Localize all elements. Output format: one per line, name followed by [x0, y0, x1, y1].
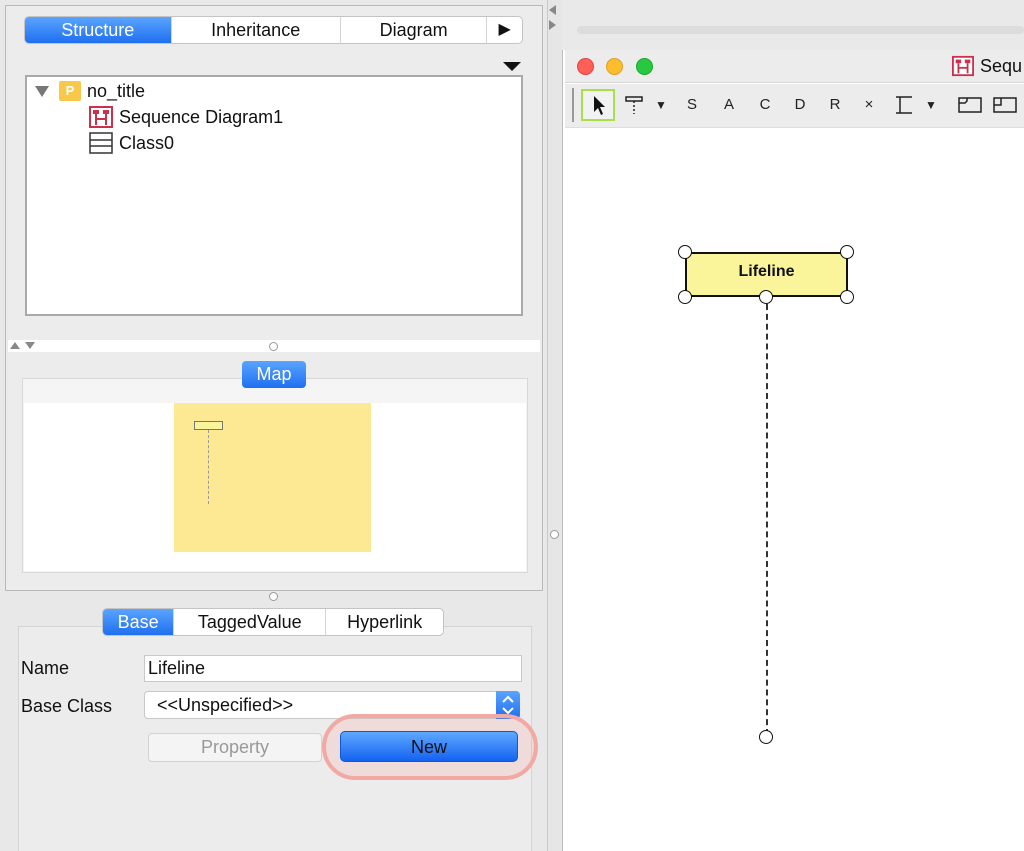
new-button[interactable]: New [340, 731, 518, 762]
cursor-arrow-icon [594, 96, 605, 115]
tab-taggedvalue[interactable]: TaggedValue [174, 609, 327, 635]
tab-base[interactable]: Base [103, 609, 175, 635]
tab-inheritance[interactable]: Inheritance [172, 17, 341, 43]
package-icon: P [59, 81, 81, 101]
lost-message-tool-icon: × [864, 96, 874, 113]
async-message-tool-icon: A [723, 96, 734, 113]
tree-item-label: no_title [87, 80, 146, 101]
tab-scroll-right-button[interactable]: ▶ [487, 17, 522, 43]
create-message-tool-button[interactable]: C [752, 92, 778, 118]
resize-handle[interactable] [840, 290, 854, 304]
tab-structure[interactable]: Structure [25, 17, 172, 43]
lifeline-tool-icon [625, 96, 643, 114]
combined-fragment-icon [958, 97, 982, 113]
create-message-tool-icon: C [759, 96, 771, 113]
structure-tree: P no_title Sequence Diagram1 Class0 [25, 75, 523, 316]
async-message-tool-button[interactable]: A [716, 92, 742, 118]
resize-handle[interactable] [759, 290, 773, 304]
expand-triangle-icon[interactable] [35, 85, 49, 97]
name-label: Name [21, 658, 70, 678]
lifeline-dashed-line[interactable] [766, 304, 768, 735]
destroy-message-tool-icon: D [794, 96, 806, 113]
lifeline-tool-dropdown-icon[interactable]: ▼ [648, 92, 674, 118]
lost-message-tool-button[interactable]: × [856, 92, 882, 118]
tree-menu-arrow-icon[interactable] [503, 62, 521, 71]
splitter-grip-icon[interactable] [269, 342, 278, 351]
tree-item-class[interactable]: Class0 [89, 131, 174, 155]
resize-handle[interactable] [678, 245, 692, 259]
close-window-button[interactable] [577, 58, 594, 75]
map-lifeline-thumbnail [194, 421, 223, 430]
zoom-window-button[interactable] [636, 58, 653, 75]
base-class-label: Base Class [21, 696, 113, 716]
collapse-down-icon[interactable] [25, 342, 35, 349]
interaction-use-icon [993, 97, 1017, 113]
zoom-slider[interactable] [577, 26, 1024, 34]
name-field[interactable]: Lifeline [144, 655, 522, 682]
tree-item-label: Sequence Diagram1 [119, 106, 284, 127]
lifeline-tool-button[interactable] [622, 92, 648, 118]
diagram-pane-header [562, 0, 1024, 50]
combined-fragment-tool-button[interactable] [957, 92, 983, 118]
pane-divider[interactable] [548, 0, 562, 851]
sync-message-tool-button[interactable]: S [679, 92, 705, 118]
lifeline-end-handle[interactable] [759, 730, 773, 744]
splitter-grip-icon[interactable] [269, 592, 278, 601]
toolbar-grip-icon [572, 88, 574, 122]
duration-tool-dropdown-icon[interactable]: ▼ [918, 92, 944, 118]
reply-message-tool-button[interactable]: R [822, 92, 848, 118]
tree-item-root[interactable]: P no_title [35, 79, 145, 103]
class-icon [89, 132, 113, 154]
reply-message-tool-icon: R [829, 96, 841, 113]
select-tool-button[interactable] [581, 89, 615, 121]
map-lifeline-thumbnail-line [208, 430, 209, 504]
destroy-message-tool-button[interactable]: D [787, 92, 813, 118]
interaction-use-tool-button[interactable] [992, 92, 1018, 118]
property-button[interactable]: Property [148, 733, 322, 762]
base-class-value: <<Unspecified>> [157, 695, 294, 715]
sync-message-tool-icon: S [686, 96, 697, 113]
minimize-window-button[interactable] [606, 58, 623, 75]
map-tab[interactable]: Map [242, 361, 306, 388]
resize-handle[interactable] [678, 290, 692, 304]
collapse-up-icon[interactable] [10, 342, 20, 349]
sequence-diagram-icon [952, 55, 974, 77]
duration-constraint-icon [896, 96, 912, 114]
collapse-right-icon[interactable] [549, 20, 556, 30]
tree-item-label: Class0 [119, 132, 175, 153]
sequence-diagram-icon [89, 106, 113, 128]
property-tab-bar: Base TaggedValue Hyperlink [102, 608, 444, 636]
window-title: Sequ [980, 56, 1023, 76]
lifeline-label: Lifeline [738, 263, 795, 280]
tab-diagram[interactable]: Diagram [341, 17, 488, 43]
divider-grip-icon[interactable] [550, 530, 559, 539]
tree-item-sequence-diagram[interactable]: Sequence Diagram1 [89, 105, 283, 129]
top-tab-bar: Structure Inheritance Diagram ▶ [24, 16, 523, 44]
duration-constraint-tool-button[interactable] [891, 92, 917, 118]
collapse-left-icon[interactable] [549, 5, 556, 15]
tab-hyperlink[interactable]: Hyperlink [326, 609, 443, 635]
resize-handle[interactable] [840, 245, 854, 259]
diagram-canvas[interactable] [565, 129, 1024, 851]
